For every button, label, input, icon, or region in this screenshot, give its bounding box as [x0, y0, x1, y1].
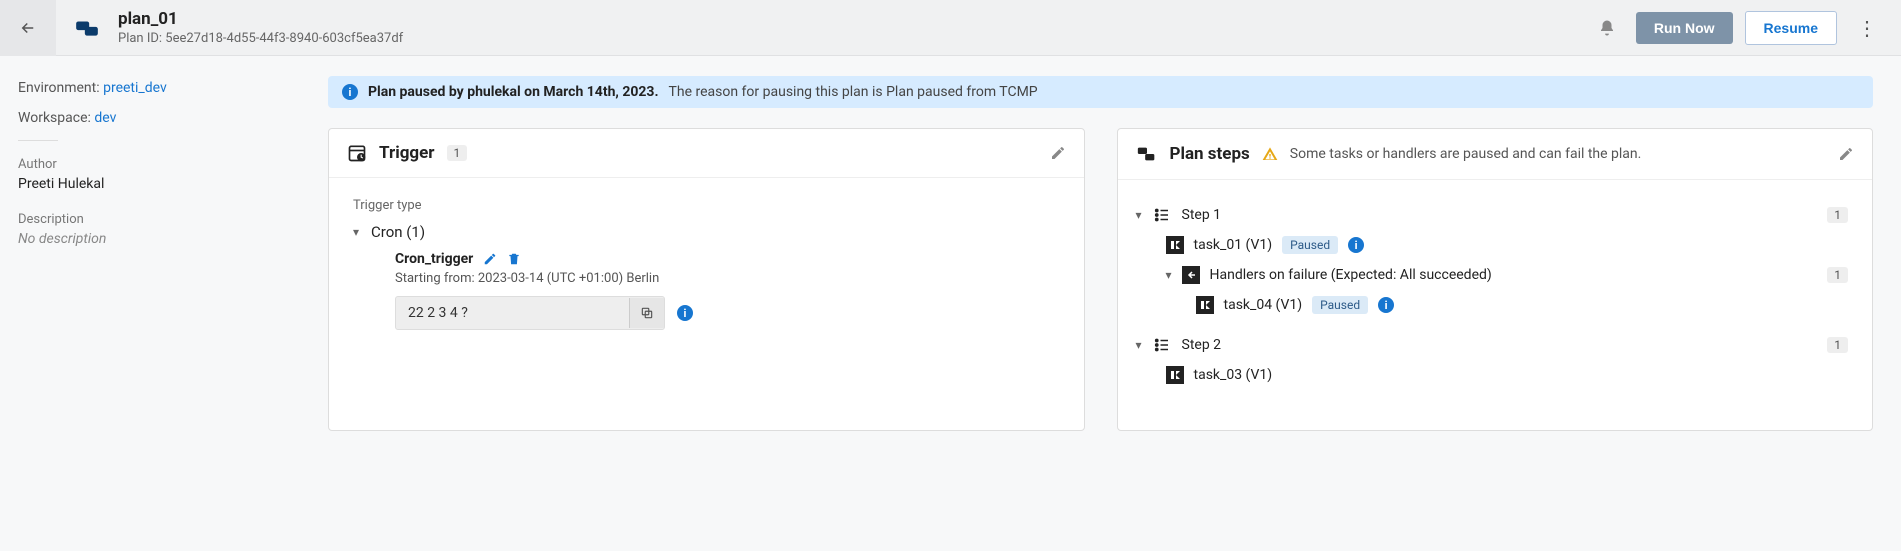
- warning-icon: [1262, 146, 1278, 162]
- workspace-link[interactable]: dev: [94, 110, 116, 126]
- trigger-panel-body: Trigger type ▾ Cron (1) Cron_trigger: [329, 178, 1084, 370]
- environment-link[interactable]: preeti_dev: [103, 80, 167, 96]
- step-2-label: Step 2: [1182, 337, 1222, 353]
- banner-title: Plan paused by phulekal on March 14th, 2…: [368, 84, 659, 100]
- handlers-row[interactable]: ▾ Handlers on failure (Expected: All suc…: [1136, 260, 1849, 290]
- step-1-count: 1: [1827, 207, 1848, 223]
- calendar-icon: [347, 143, 367, 163]
- copy-icon[interactable]: [629, 298, 664, 328]
- app-header: plan_01 Plan ID: 5ee27d18-4d55-44f3-8940…: [0, 0, 1901, 56]
- handlers-label: Handlers on failure (Expected: All succe…: [1210, 267, 1492, 283]
- details-sidebar: Environment: preeti_dev Workspace: dev A…: [0, 56, 300, 551]
- handlers-count: 1: [1827, 267, 1848, 283]
- cron-item: Cron_trigger Starting from: 2023-03-14 (…: [395, 251, 1060, 330]
- cron-group-title: Cron (1): [371, 223, 425, 241]
- step-list-icon: [1152, 336, 1172, 354]
- author-value: Preeti Hulekal: [18, 176, 282, 192]
- description-label: Description: [18, 212, 282, 227]
- page-title: plan_01: [118, 9, 1590, 29]
- task-icon: [1166, 366, 1184, 384]
- task-03-label: task_03 (V1): [1194, 367, 1273, 383]
- paused-banner: i Plan paused by phulekal on March 14th,…: [328, 76, 1873, 108]
- edit-cron-icon[interactable]: [483, 252, 497, 266]
- environment-row: Environment: preeti_dev: [18, 80, 282, 96]
- run-now-button[interactable]: Run Now: [1636, 12, 1733, 44]
- task-03-row[interactable]: task_03 (V1): [1136, 360, 1849, 390]
- cron-expression: 22 2 3 4 ?: [396, 297, 629, 329]
- step-1-label: Step 1: [1182, 207, 1222, 223]
- trigger-panel: Trigger 1 Trigger type ▾ Cron (1) Cron_t…: [328, 128, 1085, 431]
- trigger-count-badge: 1: [447, 145, 468, 161]
- workspace-row: Workspace: dev: [18, 110, 282, 126]
- workspace-label: Workspace:: [18, 110, 91, 126]
- edit-trigger-icon[interactable]: [1050, 145, 1066, 161]
- cron-name: Cron_trigger: [395, 251, 473, 267]
- info-icon: i: [342, 84, 358, 100]
- environment-label: Environment:: [18, 80, 100, 96]
- task-01-info-icon[interactable]: i: [1348, 237, 1364, 253]
- sidebar-divider: [18, 140, 58, 141]
- banner-reason: The reason for pausing this plan is Plan…: [669, 84, 1038, 100]
- step-2-count: 1: [1827, 337, 1848, 353]
- back-button[interactable]: [0, 0, 56, 56]
- plan-steps-panel: Plan steps Some tasks or handlers are pa…: [1117, 128, 1874, 431]
- author-label: Author: [18, 157, 282, 172]
- header-title-block: plan_01 Plan ID: 5ee27d18-4d55-44f3-8940…: [118, 9, 1590, 46]
- task-04-info-icon[interactable]: i: [1378, 297, 1394, 313]
- step-1-row[interactable]: ▾ Step 1 1: [1136, 200, 1849, 230]
- plan-steps-header: Plan steps Some tasks or handlers are pa…: [1118, 129, 1873, 180]
- cron-group-row: ▾ Cron (1): [353, 223, 1060, 241]
- cron-info-icon[interactable]: i: [677, 305, 693, 321]
- trigger-type-label: Trigger type: [353, 198, 1060, 213]
- warning-text: Some tasks or handlers are paused and ca…: [1290, 146, 1642, 162]
- chevron-down-icon[interactable]: ▾: [1166, 268, 1172, 282]
- cron-expression-box: 22 2 3 4 ?: [395, 296, 665, 330]
- main-content: i Plan paused by phulekal on March 14th,…: [300, 56, 1901, 551]
- chevron-down-icon[interactable]: ▾: [353, 225, 359, 239]
- task-04-label: task_04 (V1): [1224, 297, 1303, 313]
- chevron-down-icon[interactable]: ▾: [1136, 208, 1142, 222]
- step-2-row[interactable]: ▾ Step 2 1: [1136, 330, 1849, 360]
- task-icon: [1196, 296, 1214, 314]
- task-04-row[interactable]: task_04 (V1) Paused i: [1136, 290, 1849, 320]
- step-list-icon: [1152, 206, 1172, 224]
- handler-icon: [1182, 266, 1200, 284]
- plan-steps-title: Plan steps: [1170, 144, 1250, 164]
- plan-icon: [74, 15, 100, 41]
- edit-steps-icon[interactable]: [1838, 146, 1854, 162]
- chevron-down-icon[interactable]: ▾: [1136, 338, 1142, 352]
- description-value: No description: [18, 231, 282, 247]
- task-icon: [1166, 236, 1184, 254]
- paused-badge: Paused: [1312, 296, 1368, 314]
- paused-badge: Paused: [1282, 236, 1338, 254]
- more-menu-icon[interactable]: ⋮: [1849, 8, 1885, 48]
- trigger-panel-header: Trigger 1: [329, 129, 1084, 178]
- plan-id-label: Plan ID: 5ee27d18-4d55-44f3-8940-603cf5e…: [118, 31, 1590, 46]
- trigger-title: Trigger: [379, 143, 435, 163]
- steps-icon: [1136, 143, 1158, 165]
- task-01-label: task_01 (V1): [1194, 237, 1273, 253]
- notifications-icon[interactable]: [1590, 11, 1624, 45]
- header-actions: Run Now Resume ⋮: [1590, 8, 1885, 48]
- resume-button[interactable]: Resume: [1745, 11, 1837, 45]
- task-01-row[interactable]: task_01 (V1) Paused i: [1136, 230, 1849, 260]
- plan-steps-body: ▾ Step 1 1 task_01 (V1) Paused i: [1118, 180, 1873, 430]
- delete-cron-icon[interactable]: [507, 252, 521, 266]
- cron-start-text: Starting from: 2023-03-14 (UTC +01:00) B…: [395, 271, 1060, 286]
